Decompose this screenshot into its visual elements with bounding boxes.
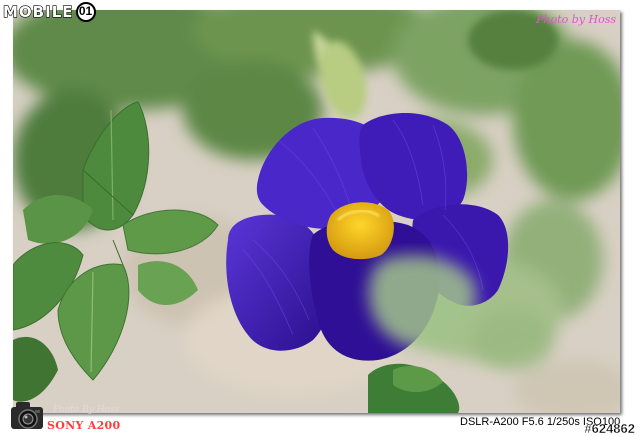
- logo-text: MOBILE: [2, 2, 74, 21]
- site-logo: MOBILE 01: [2, 1, 96, 23]
- logo-badge-text: 01: [78, 4, 93, 18]
- flower-photo: [13, 10, 620, 413]
- photographer-watermark: Photo by Hoss: [536, 13, 616, 26]
- photo-frame: [13, 10, 620, 413]
- camera-icon: [11, 402, 43, 429]
- image-id: #624862: [584, 421, 635, 436]
- logo-badge: 01: [75, 2, 96, 22]
- camera-model: SONY A200: [47, 419, 121, 432]
- bottom-watermark: Photo By Hoss: [53, 405, 120, 415]
